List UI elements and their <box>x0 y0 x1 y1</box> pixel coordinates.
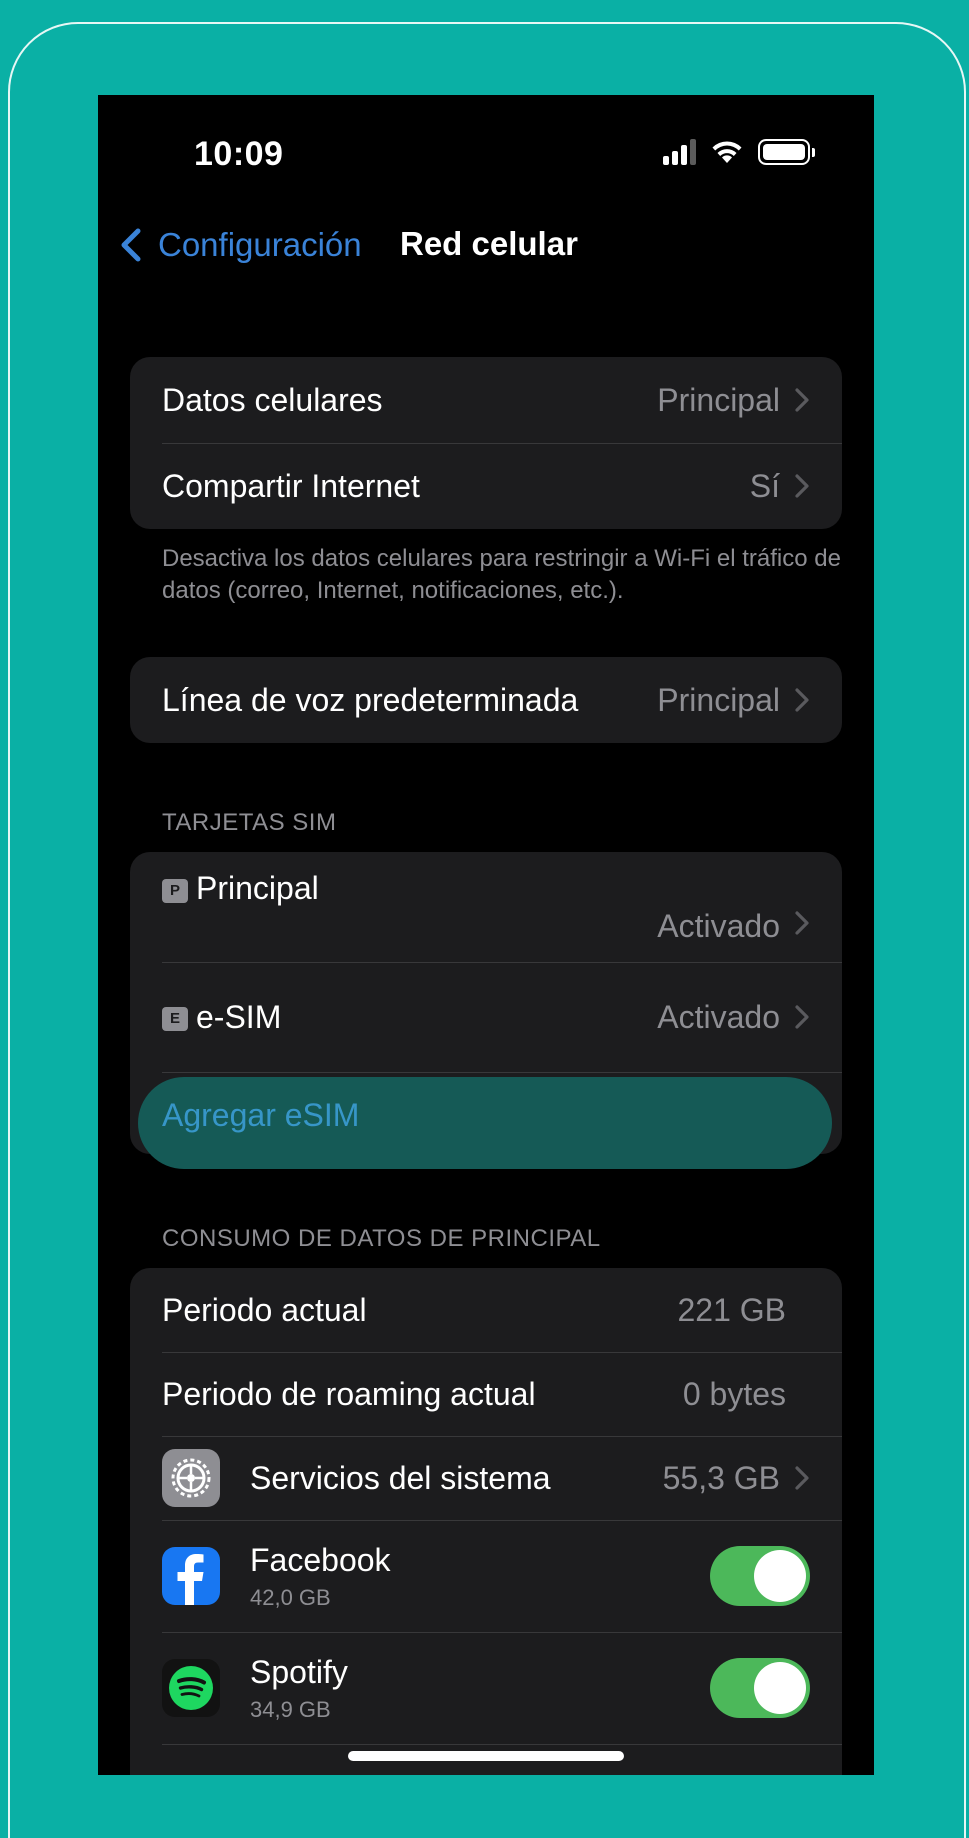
row-label: Ee-SIM <box>162 999 657 1036</box>
usage-group: Periodo actual 221 GB Periodo de roaming… <box>130 1268 842 1775</box>
voice-line-group: Línea de voz predeterminada Principal <box>130 657 842 743</box>
sim-section-header: TARJETAS SIM <box>162 809 337 836</box>
row-value: 221 GB <box>677 1291 786 1328</box>
phone-screen: 10:09 Configuración Red celular Datos ce… <box>98 95 874 1775</box>
chevron-right-icon <box>795 388 809 412</box>
row-value: 55,3 GB <box>662 1459 780 1496</box>
sim-badge-icon: E <box>162 1007 188 1032</box>
sim-badge-icon: P <box>162 878 188 903</box>
row-value: Principal <box>657 381 780 418</box>
app-usage: 34,9 GB <box>250 1696 331 1722</box>
chevron-right-icon <box>795 1466 809 1490</box>
facebook-icon <box>162 1547 220 1605</box>
status-time: 10:09 <box>194 135 284 173</box>
battery-icon <box>758 139 815 165</box>
cellular-data-footnote: Desactiva los datos celulares para restr… <box>162 545 841 604</box>
row-value: 0 bytes <box>682 1375 786 1412</box>
add-esim-label: Agregar eSIM <box>162 1097 360 1133</box>
row-sim-esim[interactable]: Ee-SIM Activado <box>130 962 842 1072</box>
row-label: Periodo actual <box>162 1291 367 1328</box>
row-value: Activado <box>657 998 780 1035</box>
sim-label: e-SIM <box>196 998 282 1035</box>
row-value: Principal <box>657 681 780 718</box>
spotify-icon <box>162 1659 220 1717</box>
home-indicator[interactable] <box>348 1751 624 1761</box>
row-app-spotify: Spotify 34,9 GB <box>130 1632 842 1744</box>
row-cellular-data[interactable]: Datos celulares Principal <box>130 357 842 443</box>
cellular-data-group: Datos celulares Principal Compartir Inte… <box>130 357 842 529</box>
row-personal-hotspot[interactable]: Compartir Internet Sí <box>130 443 842 529</box>
row-label: Compartir Internet <box>162 467 420 504</box>
status-icons <box>663 139 815 165</box>
app-usage: 42,0 GB <box>250 1584 331 1610</box>
chevron-right-icon <box>795 688 809 712</box>
wifi-icon <box>712 141 742 163</box>
row-current-period: Periodo actual 221 GB <box>130 1268 842 1352</box>
app-name: Facebook <box>250 1541 391 1578</box>
gear-icon <box>162 1449 220 1507</box>
row-value: Activado <box>657 908 780 944</box>
chevron-right-icon <box>795 474 809 498</box>
row-sim-principal[interactable]: P Principal Activado <box>130 852 842 962</box>
row-system-services[interactable]: Servicios del sistema 55,3 GB <box>130 1436 842 1520</box>
usage-section-header: CONSUMO DE DATOS DE PRINCIPAL <box>162 1225 601 1252</box>
row-label: P Principal <box>162 870 657 907</box>
chevron-left-icon <box>121 228 141 262</box>
page-title: Red celular <box>400 225 578 262</box>
app-name: Spotify <box>250 1653 348 1690</box>
cellular-signal-icon <box>663 139 696 165</box>
spotify-cellular-toggle[interactable] <box>710 1658 810 1718</box>
row-label: Periodo de roaming actual <box>162 1375 536 1412</box>
row-roaming-period: Periodo de roaming actual 0 bytes <box>130 1352 842 1436</box>
sim-label: Principal <box>196 870 319 906</box>
chevron-right-icon <box>795 911 809 935</box>
row-label: Línea de voz predeterminada <box>162 681 579 718</box>
back-button[interactable]: Configuración <box>112 225 362 265</box>
row-label: Datos celulares <box>162 381 383 418</box>
row-value: Sí <box>749 467 780 504</box>
back-label: Configuración <box>158 226 362 263</box>
chevron-right-icon <box>795 1005 809 1029</box>
row-label: Servicios del sistema <box>250 1459 551 1496</box>
row-app-facebook: Facebook 42,0 GB <box>130 1520 842 1632</box>
facebook-cellular-toggle[interactable] <box>710 1546 810 1606</box>
row-default-voice-line[interactable]: Línea de voz predeterminada Principal <box>130 657 842 743</box>
